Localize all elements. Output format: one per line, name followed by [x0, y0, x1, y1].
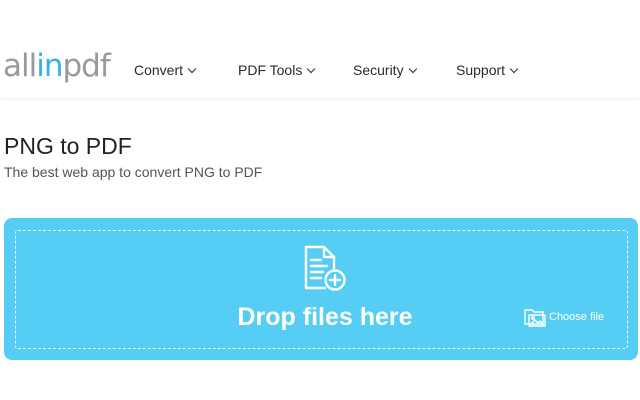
nav-item-label: Security	[353, 62, 404, 78]
choose-file-button[interactable]: Choose file	[524, 307, 604, 329]
choose-file-label: Choose file	[549, 311, 605, 323]
folder-image-icon	[524, 309, 546, 327]
nav-item-label: PDF Tools	[238, 62, 303, 78]
file-add-icon	[304, 245, 346, 291]
nav-item-convert[interactable]: Convert	[134, 60, 197, 80]
nav-item-label: Convert	[134, 62, 184, 78]
chevron-down-icon	[187, 64, 197, 74]
page-title: PNG to PDF	[4, 133, 132, 159]
nav-item-label: Support	[456, 62, 506, 78]
chevron-down-icon	[408, 64, 417, 74]
file-dropzone[interactable]: Drop files here Choose file	[4, 218, 638, 360]
nav-item-pdf-tools[interactable]: PDF Tools	[238, 60, 316, 80]
main-nav: Convert PDF Tools Security Support	[0, 60, 640, 80]
chevron-down-icon	[307, 64, 316, 74]
nav-item-support[interactable]: Support	[456, 60, 519, 80]
page-subtitle: The best web app to convert PNG to PDF	[4, 164, 263, 180]
chevron-down-icon	[509, 64, 519, 74]
site-header: allinpdf Convert PDF Tools Security Supp…	[0, 0, 640, 98]
nav-item-security[interactable]: Security	[353, 60, 417, 80]
